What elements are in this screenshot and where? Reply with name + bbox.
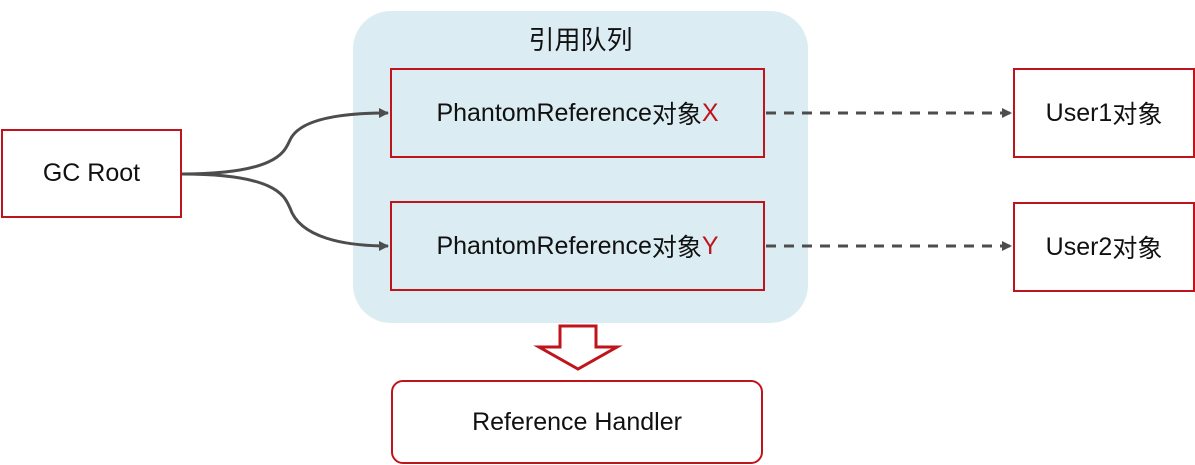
connector-lines: [181, 108, 1012, 371]
gc-root-to-phantom-x-arrow: [181, 108, 389, 176]
down-arrow-icon: [533, 324, 623, 371]
gc-root-to-phantom-y-arrow: [181, 172, 389, 251]
